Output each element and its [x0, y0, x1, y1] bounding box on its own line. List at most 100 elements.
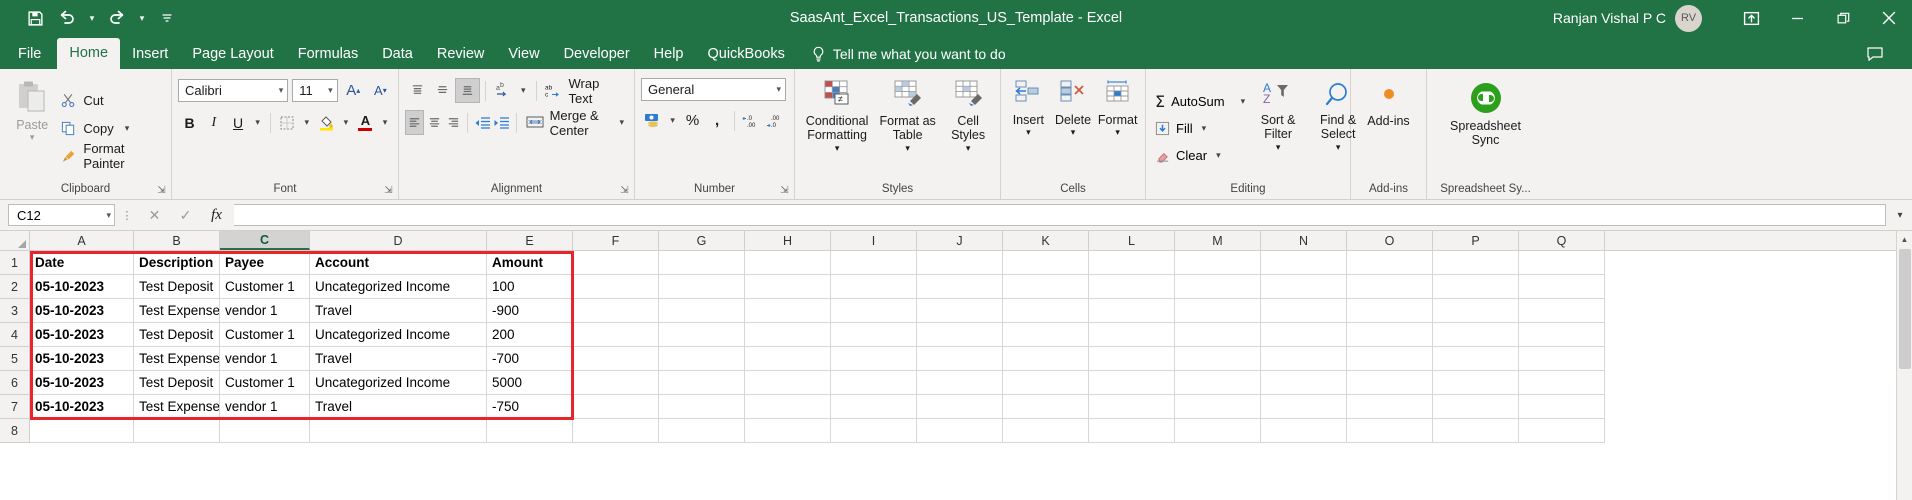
font-dialog-launcher[interactable]: ⇲: [383, 185, 394, 196]
cell-M8[interactable]: [1175, 419, 1261, 443]
cell-O4[interactable]: [1347, 323, 1433, 347]
wrap-text-button[interactable]: ab c Wrap Text: [541, 76, 628, 106]
formula-input[interactable]: [234, 204, 1886, 226]
cell-I6[interactable]: [831, 371, 917, 395]
minimize-button[interactable]: [1774, 0, 1820, 36]
cell-K6[interactable]: [1003, 371, 1089, 395]
conditional-formatting-dropdown-icon[interactable]: ▾: [835, 143, 840, 153]
column-header-q[interactable]: Q: [1519, 231, 1605, 250]
autosum-dropdown-icon[interactable]: ▾: [1241, 96, 1246, 107]
redo-dropdown-icon[interactable]: ▾: [134, 5, 150, 31]
cell-styles-dropdown-icon[interactable]: ▾: [966, 143, 971, 153]
cell-G4[interactable]: [659, 323, 745, 347]
tell-me-box[interactable]: Tell me what you want to do: [811, 39, 1006, 69]
chevron-down-icon[interactable]: ▾: [776, 84, 781, 95]
row-header-7[interactable]: 7: [0, 395, 30, 419]
cell-K4[interactable]: [1003, 323, 1089, 347]
cell-G8[interactable]: [659, 419, 745, 443]
cell-M1[interactable]: [1175, 251, 1261, 275]
cell-I2[interactable]: [831, 275, 917, 299]
cell-E7[interactable]: -750: [487, 395, 573, 419]
format-cells-button[interactable]: Format ▾: [1096, 75, 1139, 179]
tab-view[interactable]: View: [496, 39, 551, 69]
cell-M6[interactable]: [1175, 371, 1261, 395]
cell-D3[interactable]: Travel: [310, 299, 487, 323]
bold-button[interactable]: B: [178, 110, 201, 135]
expand-formula-bar-icon[interactable]: ▾: [1888, 210, 1912, 221]
cell-J2[interactable]: [917, 275, 1003, 299]
cell-styles-button[interactable]: Cell Styles ▾: [942, 75, 994, 179]
column-header-e[interactable]: E: [487, 231, 573, 250]
cell-I4[interactable]: [831, 323, 917, 347]
cell-D1[interactable]: Account: [310, 251, 487, 275]
row-header-1[interactable]: 1: [0, 251, 30, 275]
cell-Q6[interactable]: [1519, 371, 1605, 395]
conditional-formatting-button[interactable]: ≠ Conditional Formatting ▾: [801, 75, 873, 179]
cell-L4[interactable]: [1089, 323, 1175, 347]
sort-filter-button[interactable]: AZ Sort & Filter ▾: [1248, 76, 1308, 179]
font-color-button[interactable]: A: [354, 110, 377, 135]
column-header-i[interactable]: I: [831, 231, 917, 250]
cell-I1[interactable]: [831, 251, 917, 275]
column-header-c[interactable]: C: [220, 231, 310, 250]
cell-M2[interactable]: [1175, 275, 1261, 299]
align-left-button[interactable]: [405, 110, 424, 135]
delete-cells-dropdown-icon[interactable]: ▾: [1071, 127, 1076, 137]
cell-F6[interactable]: [573, 371, 659, 395]
insert-function-icon[interactable]: fx: [201, 204, 232, 226]
column-header-m[interactable]: M: [1175, 231, 1261, 250]
chevron-down-icon[interactable]: ▾: [279, 85, 284, 96]
alignment-dialog-launcher[interactable]: ⇲: [619, 185, 630, 196]
sort-filter-dropdown-icon[interactable]: ▾: [1276, 142, 1281, 152]
delete-cells-button[interactable]: Delete ▾: [1052, 75, 1095, 179]
cell-H6[interactable]: [745, 371, 831, 395]
save-icon[interactable]: [20, 5, 50, 31]
middle-align-button[interactable]: [430, 78, 454, 103]
cell-F5[interactable]: [573, 347, 659, 371]
number-format-combo[interactable]: General ▾: [641, 78, 786, 101]
close-button[interactable]: [1866, 0, 1912, 36]
chevron-down-icon[interactable]: ▾: [328, 85, 333, 96]
cell-H1[interactable]: [745, 251, 831, 275]
vertical-scrollbar[interactable]: ▲: [1896, 231, 1912, 500]
cell-C4[interactable]: Customer 1: [220, 323, 310, 347]
cell-A7[interactable]: 05-10-2023: [30, 395, 134, 419]
column-header-o[interactable]: O: [1347, 231, 1433, 250]
cell-H7[interactable]: [745, 395, 831, 419]
tab-data[interactable]: Data: [370, 39, 425, 69]
cell-C3[interactable]: vendor 1: [220, 299, 310, 323]
cell-J4[interactable]: [917, 323, 1003, 347]
cell-D4[interactable]: Uncategorized Income: [310, 323, 487, 347]
font-color-dropdown-icon[interactable]: ▾: [378, 110, 392, 135]
cell-Q1[interactable]: [1519, 251, 1605, 275]
cell-K5[interactable]: [1003, 347, 1089, 371]
cell-B8[interactable]: [134, 419, 220, 443]
cell-N8[interactable]: [1261, 419, 1347, 443]
row-header-6[interactable]: 6: [0, 371, 30, 395]
fill-dropdown-icon[interactable]: ▾: [1202, 123, 1207, 134]
decrease-font-size-button[interactable]: A ▾: [369, 78, 392, 103]
cell-P7[interactable]: [1433, 395, 1519, 419]
accounting-format-button[interactable]: [641, 108, 665, 133]
cell-A3[interactable]: 05-10-2023: [30, 299, 134, 323]
cell-Q3[interactable]: [1519, 299, 1605, 323]
cell-Q2[interactable]: [1519, 275, 1605, 299]
cell-L5[interactable]: [1089, 347, 1175, 371]
cell-I5[interactable]: [831, 347, 917, 371]
cell-O2[interactable]: [1347, 275, 1433, 299]
cell-N7[interactable]: [1261, 395, 1347, 419]
decrease-indent-button[interactable]: [473, 110, 491, 135]
cell-F8[interactable]: [573, 419, 659, 443]
cell-G7[interactable]: [659, 395, 745, 419]
tab-developer[interactable]: Developer: [552, 39, 642, 69]
fill-button[interactable]: Fill ▾: [1152, 116, 1248, 141]
fill-color-button[interactable]: [315, 110, 338, 135]
cell-O6[interactable]: [1347, 371, 1433, 395]
cell-Q4[interactable]: [1519, 323, 1605, 347]
font-name-combo[interactable]: Calibri ▾: [178, 79, 289, 102]
cell-O7[interactable]: [1347, 395, 1433, 419]
cell-Q5[interactable]: [1519, 347, 1605, 371]
cell-Q7[interactable]: [1519, 395, 1605, 419]
cell-E6[interactable]: 5000: [487, 371, 573, 395]
cell-H5[interactable]: [745, 347, 831, 371]
